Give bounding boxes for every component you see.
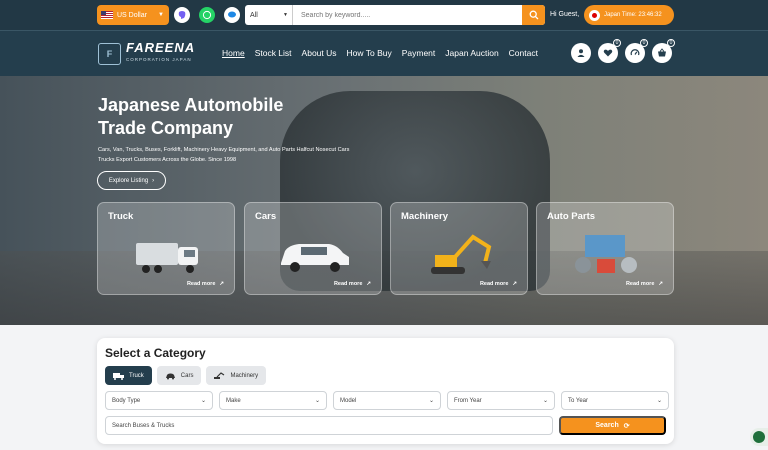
hero-description: Cars, Van, Trucks, Buses, Forklift, Mach… (98, 147, 350, 163)
search-button[interactable] (522, 5, 545, 25)
tab-machinery[interactable]: Machinery (206, 366, 267, 385)
read-more-link[interactable]: Read more ↗ (626, 281, 663, 287)
hero-title: Japanese Automobile Trade Company (98, 95, 284, 138)
nav-stock-list[interactable]: Stock List (255, 48, 292, 58)
truck-icon (113, 372, 124, 380)
read-more-link[interactable]: Read more ↗ (187, 281, 224, 287)
chevron-down-icon: ⌄ (542, 398, 548, 404)
top-bar: US Dollar ▼ All ▼ Hi Guest, Japan Time: … (0, 0, 768, 30)
nav-japan-auction[interactable]: Japan Auction (445, 48, 498, 58)
read-more-link[interactable]: Read more ↗ (480, 281, 517, 287)
arrow-up-right-icon: ↗ (219, 281, 224, 287)
hero-section: Japanese Automobile Trade Company Cars, … (0, 76, 768, 325)
read-more-link[interactable]: Read more ↗ (334, 281, 371, 287)
category-tabs: Truck Cars Machinery (105, 366, 267, 385)
keyword-search: All ▼ (245, 5, 545, 25)
main-navbar: F FAREENA CORPORATION JAPAN Home Stock L… (0, 30, 768, 76)
make-select[interactable]: Make ⌄ (219, 391, 327, 410)
favorites-count: 0 (613, 39, 621, 47)
brand-logo[interactable]: F FAREENA CORPORATION JAPAN (98, 40, 196, 66)
body-type-select[interactable]: Body Type ⌄ (105, 391, 213, 410)
user-icon[interactable] (571, 43, 591, 63)
category-card-auto-parts[interactable]: Auto Parts Read more ↗ (536, 202, 674, 295)
category-search-input[interactable]: Search Buses & Trucks (105, 416, 553, 435)
chevron-down-icon: ⌄ (314, 398, 320, 404)
japan-flag-icon (589, 9, 600, 21)
category-card-cars[interactable]: Cars Read more ↗ (244, 202, 382, 295)
currency-selector[interactable]: US Dollar ▼ (97, 5, 169, 25)
logo-icon: F (98, 43, 121, 65)
nav-how-to-buy[interactable]: How To Buy (347, 48, 392, 58)
suv-image (281, 244, 349, 272)
japan-time-badge: Japan Time: 23:46:32 (584, 5, 674, 25)
whatsapp-icon (753, 431, 765, 443)
truck-image (136, 243, 198, 273)
card-title: Cars (255, 211, 277, 222)
explore-listing-button[interactable]: Explore Listing › (97, 171, 166, 190)
arrow-up-right-icon: ↗ (366, 281, 371, 287)
nav-payment[interactable]: Payment (402, 48, 436, 58)
cart-icon[interactable]: 0 (652, 39, 675, 63)
floating-whatsapp-button[interactable] (750, 428, 768, 446)
excavator-image (431, 234, 492, 274)
cart-count: 0 (667, 39, 675, 47)
arrow-up-right-icon: ↗ (658, 281, 663, 287)
category-card-machinery[interactable]: Machinery Read more ↗ (390, 202, 528, 295)
compare-count: 0 (640, 39, 648, 47)
us-flag-icon (101, 11, 113, 19)
model-select[interactable]: Model ⌄ (333, 391, 441, 410)
auto-parts-image (575, 235, 637, 273)
viber-icon[interactable] (174, 7, 190, 23)
category-card-truck[interactable]: Truck Read more ↗ (97, 202, 235, 295)
arrow-right-icon: › (152, 177, 155, 184)
arrow-up-right-icon: ↗ (512, 281, 517, 287)
nav-contact[interactable]: Contact (509, 48, 538, 58)
car-icon (165, 373, 175, 379)
chevron-down-icon: ⌄ (200, 398, 206, 404)
chevron-down-icon: ⌄ (428, 398, 434, 404)
from-year-select[interactable]: From Year ⌄ (447, 391, 555, 410)
loader-icon: ⟳ (623, 422, 630, 430)
chevron-down-icon: ▼ (158, 12, 164, 18)
card-title: Truck (108, 211, 134, 222)
search-input[interactable] (293, 5, 522, 25)
search-category-select[interactable]: All ▼ (245, 5, 293, 25)
excavator-icon (214, 371, 225, 379)
greeting: Hi Guest, (550, 11, 580, 18)
category-search-panel: Select a Category Truck Cars Machinery B… (97, 338, 674, 444)
tab-truck[interactable]: Truck (105, 366, 152, 385)
currency-label: US Dollar (117, 11, 147, 19)
search-icon (529, 10, 538, 20)
brand-name: FAREENA (126, 40, 196, 55)
gauge-icon[interactable]: 0 (625, 39, 648, 63)
chat-icon[interactable] (224, 7, 240, 23)
card-title: Auto Parts (547, 211, 596, 222)
nav-links: Home Stock List About Us How To Buy Paym… (222, 48, 538, 58)
chevron-down-icon: ⌄ (656, 398, 662, 404)
nav-about-us[interactable]: About Us (302, 48, 337, 58)
brand-subtitle: CORPORATION JAPAN (126, 57, 192, 62)
card-title: Machinery (401, 211, 448, 222)
panel-title: Select a Category (105, 346, 206, 360)
chevron-down-icon: ▼ (283, 12, 288, 18)
category-search-button[interactable]: Search ⟳ (559, 416, 666, 435)
whatsapp-icon[interactable] (199, 7, 215, 23)
tab-cars[interactable]: Cars (156, 366, 202, 385)
to-year-select[interactable]: To Year ⌄ (561, 391, 669, 410)
nav-home[interactable]: Home (222, 48, 245, 58)
filter-selects: Body Type ⌄ Make ⌄ Model ⌄ From Year ⌄ To Ye… (105, 391, 669, 410)
heart-icon[interactable]: 0 (598, 39, 621, 63)
